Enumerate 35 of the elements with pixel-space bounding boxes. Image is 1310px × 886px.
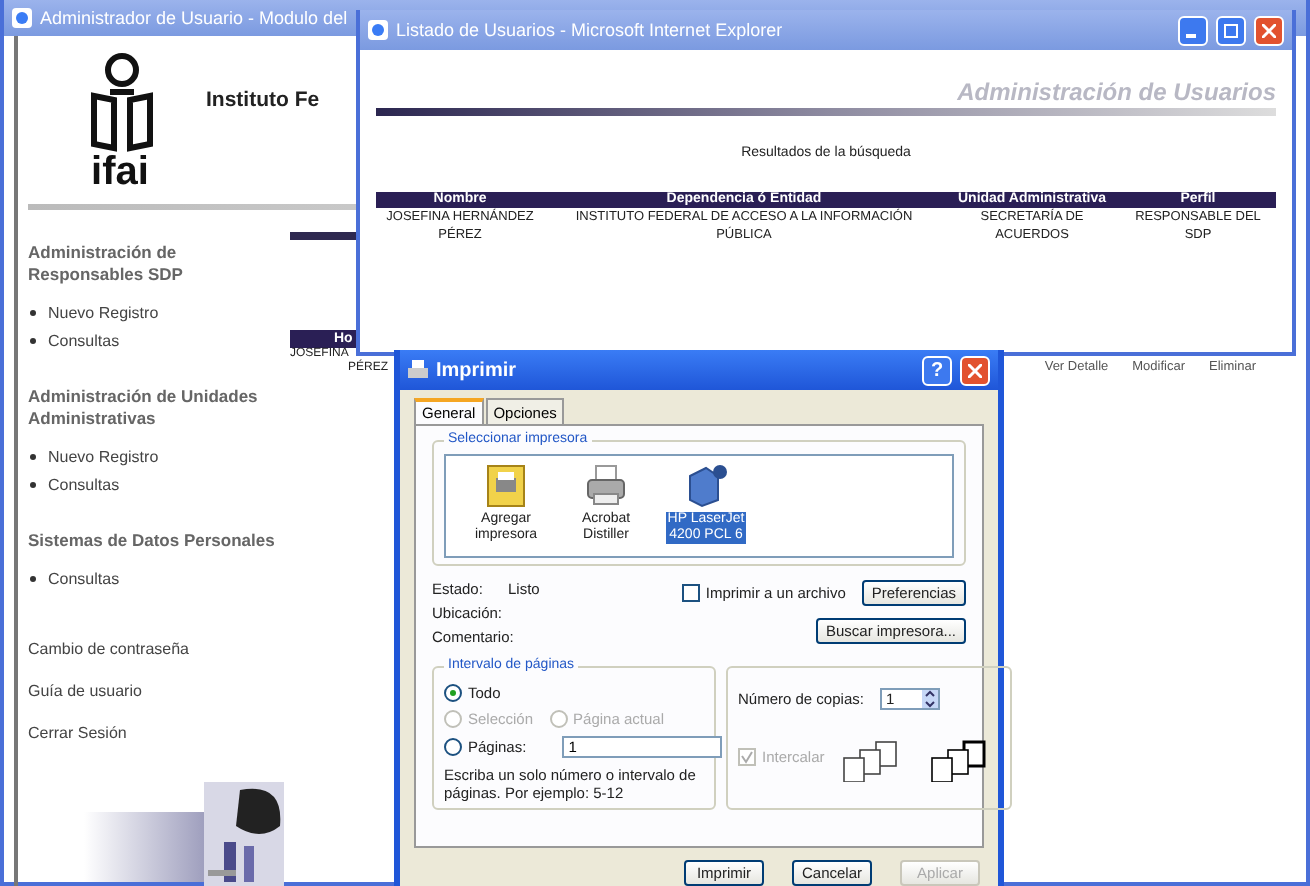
menu-link[interactable]: Nuevo Registro [28,442,290,470]
close-button[interactable] [1254,15,1284,45]
checkbox[interactable] [681,584,700,602]
printer-icon [584,464,628,508]
menu-link[interactable]: Consultas [28,326,290,354]
spin-arrows-icon [921,690,938,708]
browser-icon [368,20,388,40]
check-icon [740,749,754,763]
window-title: Listado de Usuarios - Microsoft Internet Explorer [396,20,783,40]
menu-link[interactable]: Cambio de contraseña [28,640,290,682]
logo-text: ifai [91,152,149,192]
maximize-icon [1224,23,1238,37]
browser-icon [12,8,32,28]
banner-title: Administración de Usuarios [957,78,1276,106]
help-button[interactable]: ? [922,355,952,385]
menu-link[interactable]: Cerrar Sesión [28,724,290,766]
minimize-button[interactable] [1178,15,1208,45]
menu-link[interactable]: Consultas [28,564,290,592]
radio-button[interactable] [444,738,462,756]
add-printer-icon [486,464,526,508]
section-title: Administración de Unidades Administrativas [28,386,260,430]
radio-button[interactable] [444,684,462,702]
maximize-button[interactable] [1216,15,1246,45]
window-title: Administrador de Usuario - Modulo del [40,8,348,28]
menu-link[interactable]: Nuevo Registro [28,298,290,326]
close-icon [1262,23,1276,37]
menu-link[interactable]: Consultas [28,470,290,498]
menu-link[interactable]: Guía de usuario [28,682,290,724]
section-title: Sistemas de Datos Personales [28,530,277,552]
close-icon [968,363,982,377]
printer-icon [408,360,428,380]
dialog-title: Imprimir [436,359,517,381]
section-title: Administración de Responsables SDP [28,242,185,286]
close-button[interactable] [960,355,990,385]
page-heading: Instituto Fe [206,88,320,116]
